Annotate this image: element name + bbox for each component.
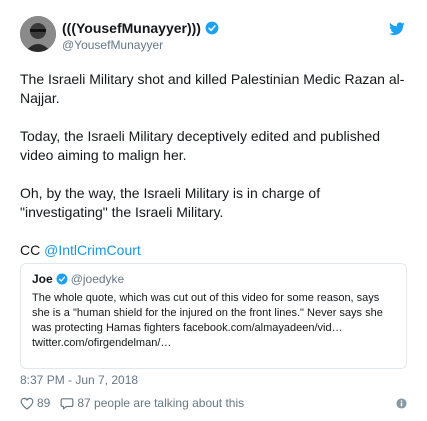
tweet-cc-line: CC @IntlCrimCourt [20, 241, 410, 260]
avatar[interactable] [20, 16, 56, 52]
tweet-actions: 89 87 people are talking about this [20, 396, 244, 410]
quoted-tweet-header: Joe @joedyke [32, 272, 395, 286]
like-count[interactable]: 89 [37, 396, 50, 410]
twitter-bird-icon[interactable] [389, 22, 405, 36]
quoted-author-name: Joe [32, 272, 53, 286]
tweet-paragraph: Oh, by the way, the Israeli Military is … [20, 185, 321, 220]
tweet-paragraph: Today, the Israeli Military deceptively … [20, 128, 381, 163]
quoted-tweet[interactable]: Joe @joedyke The whole quote, which was … [20, 263, 407, 369]
quoted-author-handle: @joedyke [70, 272, 125, 286]
tweet-paragraph: The Israeli Military shot and killed Pal… [20, 71, 405, 106]
author-name-line: (((YousefMunayyer))) [62, 20, 219, 36]
verified-badge-icon [56, 273, 68, 285]
tweet-text: The Israeli Military shot and killed Pal… [20, 70, 410, 279]
talking-about-text[interactable]: 87 people are talking about this [77, 396, 244, 410]
mention-link[interactable]: @IntlCrimCourt [44, 242, 141, 258]
verified-badge-icon [205, 21, 219, 35]
author-handle[interactable]: @YousefMunayyer [62, 38, 163, 52]
info-icon[interactable] [396, 398, 407, 409]
heart-icon[interactable] [20, 397, 34, 410]
comment-icon[interactable] [60, 397, 74, 410]
quoted-tweet-text: The whole quote, which was cut out of th… [32, 292, 383, 349]
author-display-name[interactable]: (((YousefMunayyer))) [62, 20, 201, 36]
embedded-tweet: (((YousefMunayyer))) @YousefMunayyer The… [0, 0, 427, 421]
tweet-timestamp[interactable]: 8:37 PM - Jun 7, 2018 [20, 373, 138, 387]
cc-prefix: CC [20, 242, 45, 258]
